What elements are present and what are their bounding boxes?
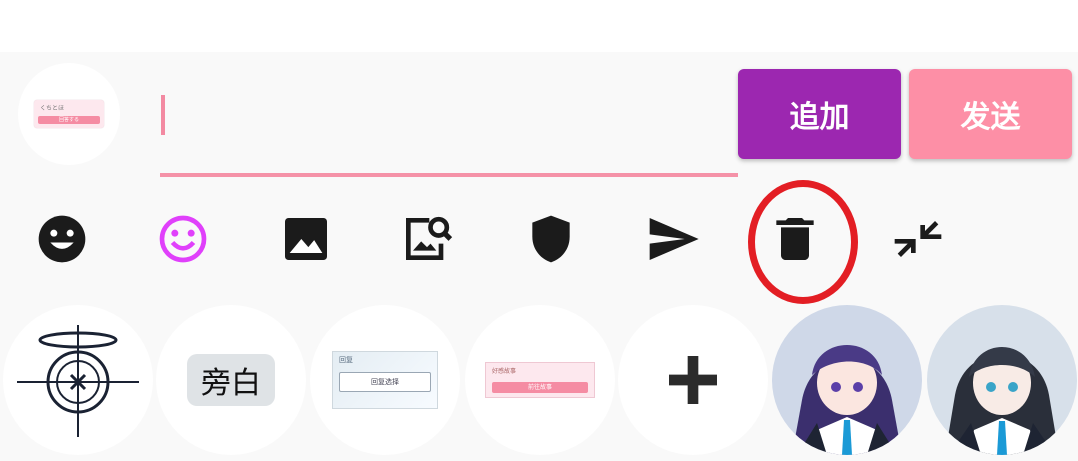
input-underline xyxy=(160,173,738,177)
story-card[interactable]: 好感故事 前往故事 xyxy=(465,305,615,455)
story-card-thumbnail: 好感故事 前往故事 xyxy=(485,362,595,398)
smiley-outline-icon[interactable] xyxy=(155,211,211,267)
story-card-button: 前往故事 xyxy=(492,382,588,393)
choice-card-button: 回复选择 xyxy=(339,372,431,392)
character-avatar-1[interactable] xyxy=(772,305,922,455)
send-button[interactable]: 发送 xyxy=(909,69,1072,159)
preview-card-thumbnail: くちとほ 回答する xyxy=(34,100,104,128)
choice-card-title: 回复 xyxy=(339,356,353,364)
send-icon[interactable] xyxy=(645,211,701,267)
add-sticker-button[interactable] xyxy=(618,305,768,455)
plus-icon xyxy=(669,356,717,404)
compass-icon xyxy=(17,325,139,437)
collapse-icon[interactable] xyxy=(890,211,946,267)
message-input[interactable] xyxy=(160,86,742,148)
character-avatar-2[interactable] xyxy=(927,305,1077,455)
preview-card-text: くちとほ xyxy=(40,105,65,112)
smiley-icon[interactable] xyxy=(34,211,90,267)
narration-label: 旁白 xyxy=(187,354,275,406)
reply-choice-card[interactable]: 回复 回复选择 xyxy=(310,305,460,455)
preview-card-button: 回答する xyxy=(38,116,100,124)
choice-card-thumbnail: 回复 回复选择 xyxy=(332,351,438,409)
story-card-title: 好感故事 xyxy=(492,368,517,375)
narration-sticker[interactable]: 旁白 xyxy=(156,305,306,455)
image-search-icon[interactable] xyxy=(399,211,455,267)
highlight-circle xyxy=(748,180,858,304)
compass-sticker[interactable] xyxy=(3,305,153,455)
selected-card-preview[interactable]: くちとほ 回答する xyxy=(18,63,120,165)
shield-icon[interactable] xyxy=(523,211,579,267)
image-icon[interactable] xyxy=(278,211,334,267)
text-caret xyxy=(161,95,165,135)
add-button[interactable]: 追加 xyxy=(738,69,901,159)
